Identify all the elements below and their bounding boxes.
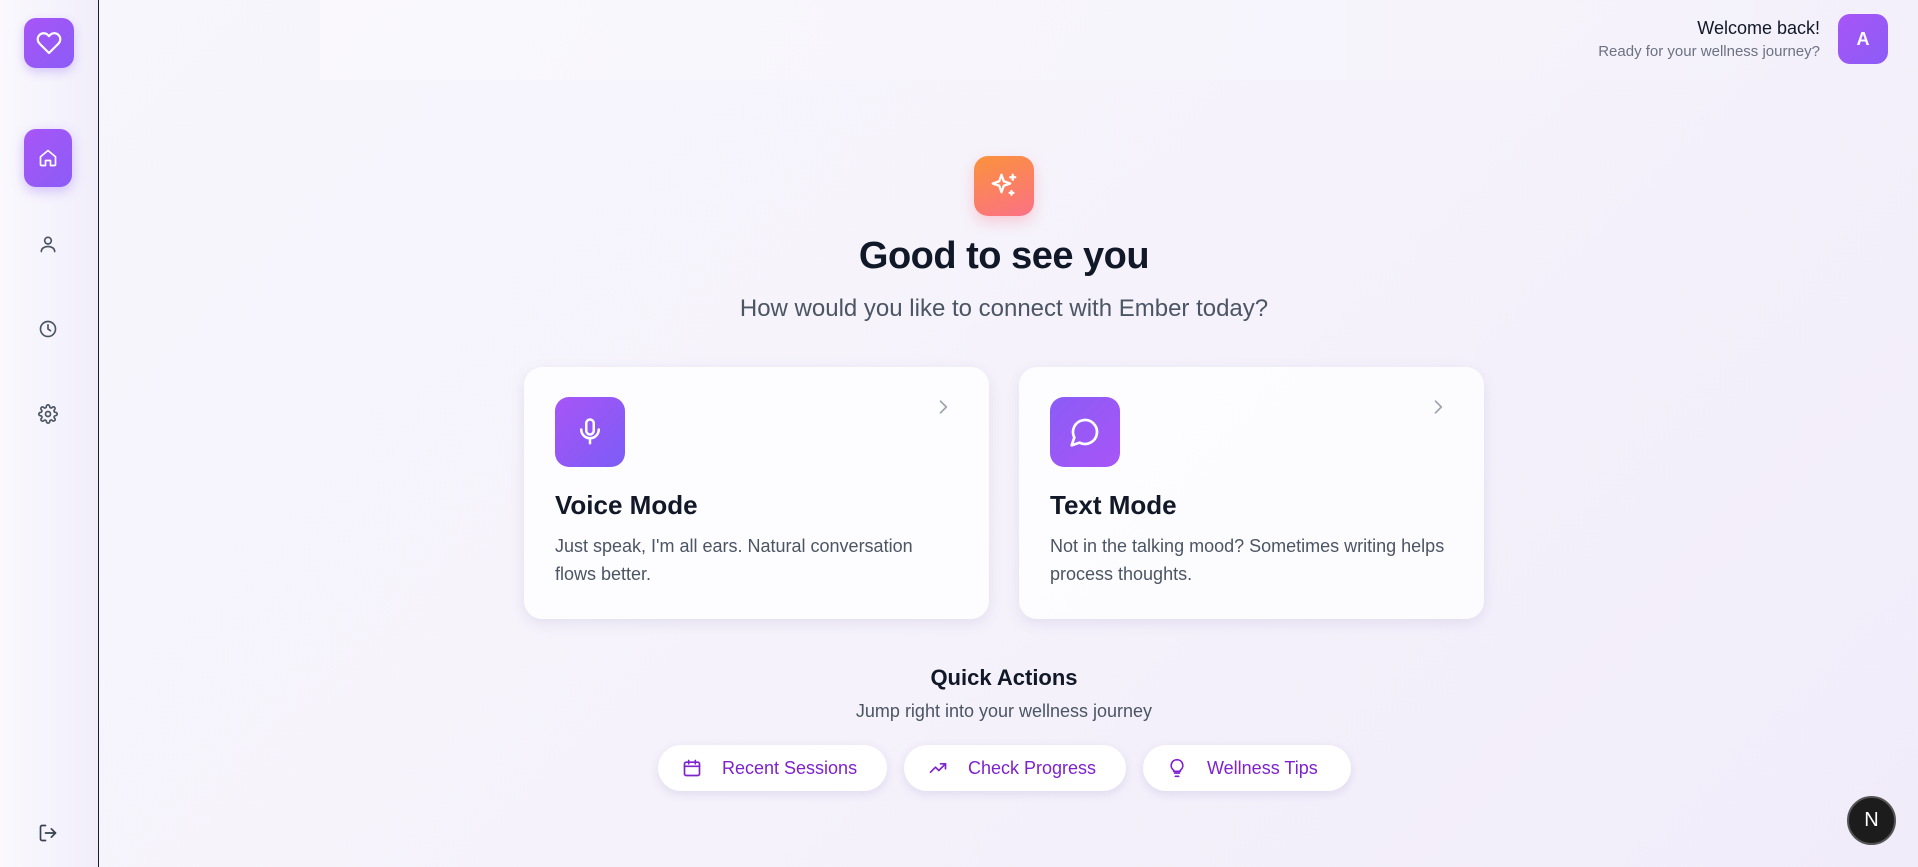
home-icon [39, 149, 57, 167]
microphone-icon [580, 418, 600, 445]
avatar[interactable]: A [1838, 14, 1888, 64]
welcome-title: Welcome back! [1697, 18, 1820, 38]
text-mode-icon-badge [1050, 397, 1120, 467]
logout-icon [39, 824, 57, 842]
heart-icon [36, 32, 62, 55]
recent-sessions-label: Recent Sessions [722, 757, 858, 778]
page-subtitle: How would you like to connect with Ember… [739, 295, 1269, 322]
sidebar-item-home[interactable] [24, 129, 72, 187]
logout-button[interactable] [24, 804, 72, 862]
hero-badge [974, 156, 1034, 216]
chevron-right-icon [939, 400, 948, 414]
gear-icon [38, 404, 58, 424]
sparkle-icon [991, 173, 1017, 196]
trending-up-icon [929, 763, 947, 773]
sidebar-item-settings[interactable] [24, 385, 72, 443]
wellness-tips-button[interactable]: Wellness Tips [1143, 745, 1351, 791]
quick-actions-title: Quick Actions [930, 665, 1078, 690]
text-mode-description: Not in the talking mood? Sometimes writi… [1050, 536, 1445, 584]
calendar-icon [683, 759, 701, 777]
lightbulb-icon [1170, 758, 1184, 778]
chat-bubble-icon [1070, 418, 1099, 447]
voice-mode-description: Just speak, I'm all ears. Natural conver… [555, 536, 913, 584]
text-mode-card[interactable]: Text Mode Not in the talking mood? Somet… [1019, 367, 1484, 619]
floating-n-button[interactable]: N [1847, 796, 1896, 845]
check-progress-label: Check Progress [968, 757, 1097, 778]
welcome-block: Welcome back! Ready for your wellness jo… [1598, 18, 1820, 60]
page-title: Good to see you [858, 235, 1150, 277]
check-progress-button[interactable]: Check Progress [904, 745, 1126, 791]
text-mode-title: Text Mode [1050, 490, 1177, 520]
recent-sessions-button[interactable]: Recent Sessions [658, 745, 887, 791]
app-logo[interactable] [24, 18, 74, 68]
quick-actions-subtitle: Jump right into your wellness journey [855, 701, 1153, 721]
wellness-tips-label: Wellness Tips [1207, 757, 1318, 778]
voice-mode-icon-badge [555, 397, 625, 467]
voice-mode-title: Voice Mode [555, 490, 698, 520]
welcome-subtitle: Ready for your wellness journey? [1598, 43, 1820, 60]
sidebar [0, 0, 99, 867]
voice-mode-card[interactable]: Voice Mode Just speak, I'm all ears. Nat… [524, 367, 989, 619]
chevron-right-icon [1434, 400, 1443, 414]
